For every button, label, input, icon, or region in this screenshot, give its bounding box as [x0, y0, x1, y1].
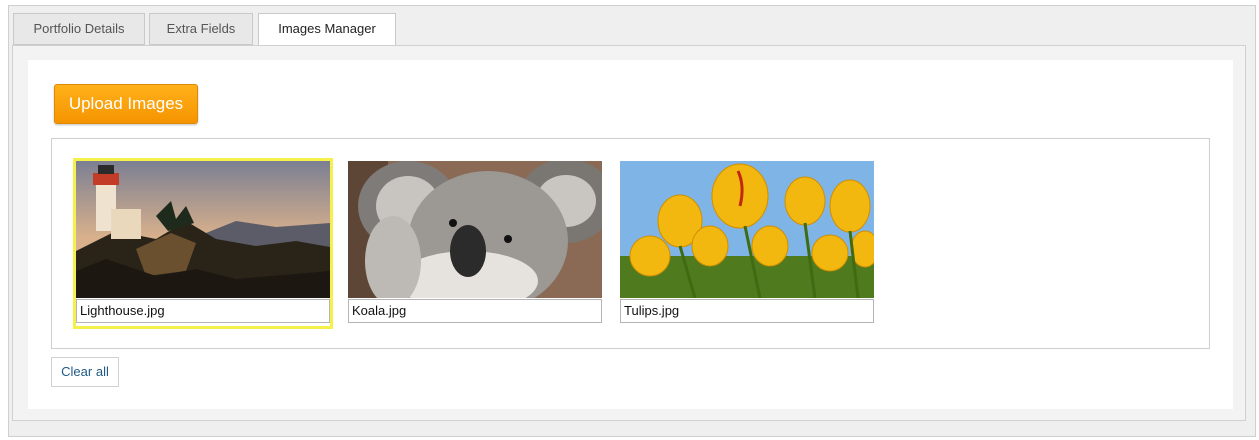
image-filename-field[interactable]: Koala.jpg: [348, 299, 602, 323]
lighthouse-image: [76, 161, 330, 298]
tab-extra-fields[interactable]: Extra Fields: [149, 13, 253, 45]
clear-all-button[interactable]: Clear all: [51, 357, 119, 387]
tab-images-manager[interactable]: Images Manager: [258, 13, 396, 46]
image-thumb-lighthouse[interactable]: Lighthouse.jpg: [73, 158, 333, 329]
image-thumb-tulips[interactable]: Tulips.jpg: [620, 161, 874, 326]
koala-image: [348, 161, 602, 298]
image-thumb-koala[interactable]: Koala.jpg: [348, 161, 602, 326]
image-filename-field[interactable]: Tulips.jpg: [620, 299, 874, 323]
image-gallery: Lighthouse.jpg Koala.jpg Tulips.jpg: [51, 138, 1210, 349]
tab-portfolio-details[interactable]: Portfolio Details: [13, 13, 145, 45]
upload-images-button[interactable]: Upload Images: [54, 84, 198, 124]
image-filename-field[interactable]: Lighthouse.jpg: [76, 299, 330, 323]
tulips-image: [620, 161, 874, 298]
